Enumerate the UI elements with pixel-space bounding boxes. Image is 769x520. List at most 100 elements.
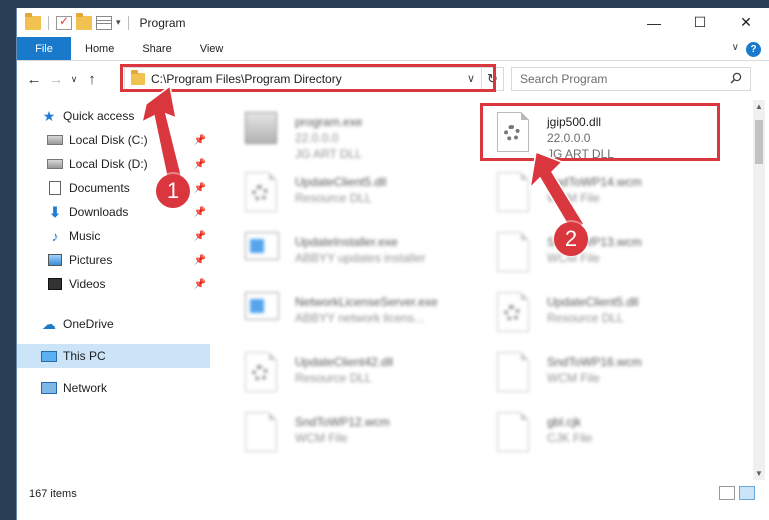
pin-icon[interactable]: 📌 <box>194 279 206 290</box>
file-name: gbl.cjk <box>547 415 582 429</box>
file-item[interactable]: gbl.cjk CJK File <box>489 406 729 464</box>
search-icon <box>730 72 742 84</box>
search-input[interactable] <box>520 72 720 86</box>
scroll-up-arrow-icon[interactable]: ▲ <box>753 102 765 111</box>
step-1-badge: 1 <box>156 174 190 208</box>
file-icon <box>497 352 531 394</box>
forward-arrow-icon[interactable]: → <box>45 71 67 88</box>
file-item[interactable]: SndToWP13.wcm WCM File <box>489 226 729 284</box>
file-type: Resource DLL <box>295 191 372 205</box>
help-button[interactable]: ? <box>746 42 761 57</box>
pin-icon[interactable]: 📌 <box>194 207 206 218</box>
tab-file[interactable]: File <box>17 37 71 60</box>
properties-check-icon[interactable] <box>56 14 72 30</box>
window-title: Program <box>139 15 186 30</box>
file-type: ABBYY network licens... <box>295 311 425 325</box>
pin-icon[interactable]: 📌 <box>194 135 206 146</box>
sidebar-item-label: Documents <box>69 181 130 195</box>
file-name: UpdateClient5.dll <box>295 175 387 189</box>
computer-icon <box>41 349 57 363</box>
file-name: program.exe <box>295 115 363 129</box>
file-item[interactable]: UpdateClient5.dll Resource DLL <box>237 166 477 224</box>
sidebar-item-quick-access[interactable]: ★ Quick access <box>17 104 210 128</box>
dll-gear-icon <box>245 352 279 394</box>
sidebar-item-local-disk-c[interactable]: Local Disk (C:) 📌 <box>17 128 210 152</box>
toolbar-divider <box>127 15 129 30</box>
minimize-button[interactable]: — <box>631 8 677 37</box>
view-toggle <box>719 486 755 500</box>
pin-icon[interactable]: 📌 <box>194 231 206 242</box>
search-box[interactable] <box>511 67 751 91</box>
customize-toolbar-chevron-icon[interactable]: ▾ <box>116 17 121 28</box>
file-type: WCM File <box>547 371 600 385</box>
tiles-view-icon[interactable] <box>739 486 755 500</box>
folder-icon <box>25 12 41 30</box>
sidebar-item-label: Network <box>63 381 108 395</box>
documents-icon <box>47 181 63 195</box>
sidebar-item-pictures[interactable]: Pictures 📌 <box>17 248 210 272</box>
sidebar-item-label: Pictures <box>69 253 113 267</box>
app-window-icon <box>245 232 279 274</box>
network-icon <box>41 381 57 395</box>
scrollbar-thumb[interactable] <box>755 120 763 164</box>
expand-ribbon-chevron-icon[interactable]: ∨ <box>732 42 739 53</box>
sidebar-item-network[interactable]: Network <box>17 376 210 400</box>
quick-access-toolbar: ▾ <box>17 12 132 30</box>
sidebar-item-music[interactable]: ♪ Music 📌 <box>17 224 210 248</box>
file-item[interactable]: program.exe 22.0.0.0 JG ART DLL <box>237 106 477 164</box>
star-icon: ★ <box>42 107 56 124</box>
pin-icon[interactable]: 📌 <box>194 159 206 170</box>
up-arrow-icon[interactable]: ↑ <box>81 71 103 88</box>
file-type: CJK File <box>547 431 593 445</box>
dll-gear-icon <box>245 172 279 214</box>
window-controls: — ☐ ✕ <box>631 8 769 37</box>
file-item[interactable]: SndToWP14.wcm WCM File <box>489 166 729 224</box>
tab-share[interactable]: Share <box>128 37 185 60</box>
pictures-icon <box>47 253 63 267</box>
properties-icon[interactable] <box>96 15 112 30</box>
file-icon <box>245 412 279 454</box>
file-name: NetworkLicenseServer.exe <box>295 295 438 309</box>
sidebar-item-label: OneDrive <box>63 317 114 331</box>
close-button[interactable]: ✕ <box>723 8 769 37</box>
exe-icon <box>245 112 279 154</box>
sidebar-item-videos[interactable]: Videos 📌 <box>17 272 210 296</box>
download-icon: ⬇ <box>49 203 61 220</box>
toolbar-divider <box>48 15 49 30</box>
vertical-scrollbar[interactable]: ▲ ▼ <box>753 100 765 480</box>
sidebar-item-onedrive[interactable]: ☁ OneDrive <box>17 312 210 336</box>
disk-icon <box>47 157 63 171</box>
file-item[interactable]: NetworkLicenseServer.exe ABBYY network l… <box>237 286 477 344</box>
details-view-icon[interactable] <box>719 486 735 500</box>
file-item[interactable]: UpdateClient5.dll Resource DLL <box>489 286 729 344</box>
step-2-badge: 2 <box>554 222 588 256</box>
file-item[interactable]: SndToWP12.wcm WCM File <box>237 406 477 464</box>
sidebar-item-local-disk-d[interactable]: Local Disk (D:) 📌 <box>17 152 210 176</box>
file-type: Resource DLL <box>547 311 624 325</box>
pin-icon[interactable]: 📌 <box>194 255 206 266</box>
address-bar-highlight <box>120 64 496 92</box>
file-item[interactable]: UpdateClient42.dll Resource DLL <box>237 346 477 404</box>
ribbon-tabs: File Home Share View ∨ ? <box>17 37 769 61</box>
status-bar: 167 items <box>17 482 769 506</box>
sidebar-item-label: Local Disk (D:) <box>69 157 148 171</box>
file-type: Resource DLL <box>295 371 372 385</box>
file-item[interactable]: SndToWP16.wcm WCM File <box>489 346 729 404</box>
file-name: SndToWP16.wcm <box>547 355 642 369</box>
file-item[interactable]: UpdateInstaller.exe ABBYY updates instal… <box>237 226 477 284</box>
tab-home[interactable]: Home <box>71 37 128 60</box>
tab-view[interactable]: View <box>186 37 238 60</box>
file-version: 22.0.0.0 <box>295 131 339 145</box>
back-arrow-icon[interactable]: ← <box>23 71 45 88</box>
recent-locations-chevron-icon[interactable]: ∨ <box>67 74 81 85</box>
maximize-button[interactable]: ☐ <box>677 8 723 37</box>
videos-icon <box>47 277 63 291</box>
scroll-down-arrow-icon[interactable]: ▼ <box>753 469 765 478</box>
sidebar-item-label: This PC <box>63 349 106 363</box>
sidebar-item-label: Local Disk (C:) <box>69 133 148 147</box>
file-description: JG ART DLL <box>295 147 362 161</box>
pin-icon[interactable]: 📌 <box>194 183 206 194</box>
cloud-icon: ☁ <box>42 315 56 332</box>
new-folder-icon[interactable] <box>76 12 92 30</box>
sidebar-item-this-pc[interactable]: This PC <box>17 344 210 368</box>
